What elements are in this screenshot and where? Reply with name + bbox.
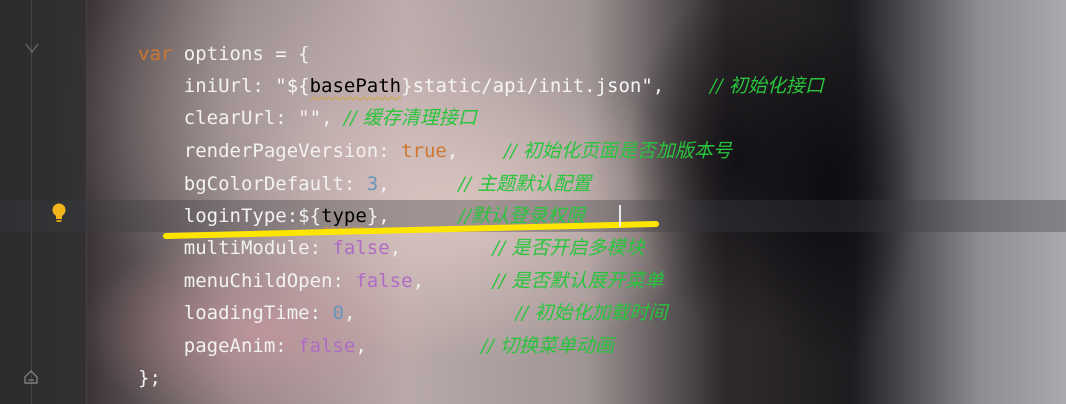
code-token: // 缓存清理接口: [343, 107, 477, 129]
code-editor[interactable]: var options = { iniUrl: "${basePath}stat…: [0, 0, 1066, 404]
code-token: // 初始化加载时间: [515, 302, 668, 324]
text-cursor: [619, 205, 621, 227]
highlight-underline: [163, 221, 659, 239]
code-line[interactable]: renderPageVersion: true, // 初始化页面是否加版本号: [138, 135, 732, 167]
code-token: ,: [412, 270, 493, 292]
code-token: renderPageVersion: [138, 140, 379, 162]
code-token: false: [355, 270, 413, 292]
code-token: ,: [378, 173, 459, 195]
code-token: loadingTime: [138, 302, 310, 324]
code-token: :: [309, 302, 333, 324]
code-token: }: [401, 75, 413, 97]
code-token: 0: [332, 302, 344, 324]
code-token: :: [275, 335, 299, 357]
code-token: :: [252, 75, 276, 97]
code-token: clearUrl: [138, 107, 276, 129]
code-token: var: [138, 43, 173, 65]
code-token: "${: [275, 75, 310, 97]
code-token: true: [401, 140, 447, 162]
code-token: bgColorDefault: [138, 173, 344, 195]
code-line[interactable]: bgColorDefault: 3, // 主题默认配置: [138, 168, 591, 200]
code-token: // 主题默认配置: [458, 173, 592, 195]
code-token: ,: [446, 140, 505, 162]
code-token: // 切换菜单动画: [481, 335, 615, 357]
code-token: :: [332, 270, 356, 292]
code-token: };: [138, 367, 161, 389]
code-line[interactable]: iniUrl: "${basePath}static/api/init.json…: [138, 70, 824, 102]
code-token: menuChildOpen: [138, 270, 333, 292]
code-line[interactable]: clearUrl: "", // 缓存清理接口: [138, 102, 477, 134]
code-token: static/api/init.json": [412, 75, 653, 97]
code-token: ,: [321, 107, 344, 129]
code-token: // 是否默认展开菜单: [492, 270, 664, 292]
code-token: ,: [355, 335, 482, 357]
code-token: // 初始化页面是否加版本号: [504, 140, 732, 162]
code-token: ,: [652, 75, 710, 97]
code-token: basePath: [309, 75, 402, 97]
code-token: :: [378, 140, 402, 162]
code-token: "": [298, 107, 322, 129]
code-line[interactable]: var options = {: [138, 38, 310, 70]
code-token: 3: [366, 173, 379, 195]
code-token: pageAnim: [138, 335, 276, 357]
code-token: options = {: [172, 43, 310, 65]
code-token: false: [298, 335, 356, 357]
code-token: :: [343, 173, 367, 195]
code-token: iniUrl: [138, 75, 253, 97]
code-token: :: [275, 107, 299, 129]
code-line[interactable]: loadingTime: 0, // 初始化加载时间: [138, 297, 668, 329]
code-token: ,: [343, 302, 516, 324]
code-line[interactable]: pageAnim: false, // 切换菜单动画: [138, 330, 614, 362]
code-line[interactable]: menuChildOpen: false, // 是否默认展开菜单: [138, 265, 664, 297]
code-line[interactable]: };: [138, 362, 161, 394]
code-token: // 初始化接口: [710, 75, 824, 97]
